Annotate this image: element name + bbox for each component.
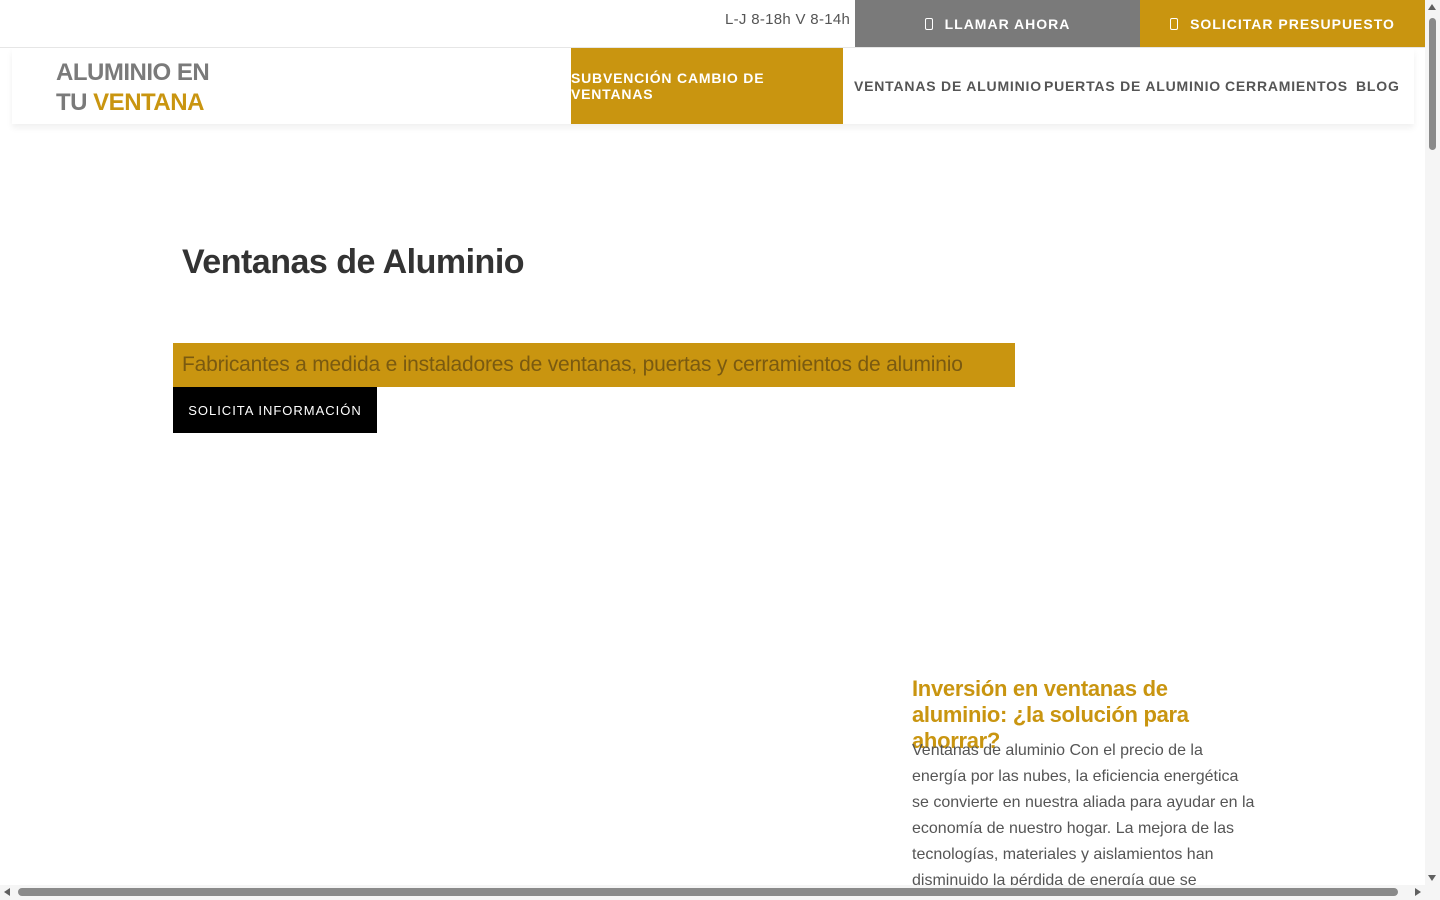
site-logo[interactable]: ALUMINIO EN TU VENTANA: [56, 58, 210, 118]
logo-line-2: TU VENTANA: [56, 88, 209, 118]
request-info-button[interactable]: SOLICITA INFORMACIÓN: [173, 387, 377, 433]
scroll-up-icon[interactable]: [1428, 4, 1436, 10]
request-quote-button[interactable]: SOLICITAR PRESUPUESTO: [1140, 0, 1425, 47]
scroll-left-icon[interactable]: [4, 888, 10, 896]
nav-item-puertas[interactable]: PUERTAS DE ALUMINIO: [1044, 48, 1221, 124]
request-quote-label: SOLICITAR PRESUPUESTO: [1190, 15, 1395, 32]
opening-hours: L-J 8-18h V 8-14h: [725, 11, 851, 28]
nav-item-blog[interactable]: BLOG: [1356, 48, 1400, 124]
nav-item-subvencion[interactable]: SUBVENCIÓN CAMBIO DE VENTANAS: [571, 48, 843, 124]
logo-prefix: TU: [56, 89, 94, 116]
hero-tagline: Fabricantes a medida e instaladores de v…: [173, 343, 1015, 387]
horizontal-scrollbar[interactable]: [0, 885, 1425, 900]
scroll-right-icon[interactable]: [1415, 888, 1421, 896]
top-bar: L-J 8-18h V 8-14h LLAMAR AHORA SOLICITAR…: [0, 0, 1425, 48]
scrollbar-corner: [1425, 885, 1440, 900]
document-icon: [1170, 17, 1179, 30]
call-now-button[interactable]: LLAMAR AHORA: [855, 0, 1140, 47]
vertical-scrollbar[interactable]: [1425, 0, 1440, 885]
scroll-down-icon[interactable]: [1428, 875, 1436, 881]
main-nav: ALUMINIO EN TU VENTANA SUBVENCIÓN CAMBIO…: [12, 48, 1414, 124]
horizontal-scroll-thumb[interactable]: [18, 888, 1398, 896]
call-now-label: LLAMAR AHORA: [944, 15, 1071, 32]
logo-line-1: ALUMINIO EN: [56, 59, 210, 86]
page-title: Ventanas de Aluminio: [182, 243, 525, 281]
article-excerpt: Ventanas de aluminio Con el precio de la…: [912, 742, 1255, 888]
vertical-scroll-thumb[interactable]: [1429, 18, 1436, 150]
logo-accent: VENTANA: [93, 89, 204, 116]
nav-item-ventanas[interactable]: VENTANAS DE ALUMINIO: [854, 48, 1042, 124]
phone-icon: [924, 17, 933, 30]
nav-item-cerramientos[interactable]: CERRAMIENTOS: [1225, 48, 1348, 124]
